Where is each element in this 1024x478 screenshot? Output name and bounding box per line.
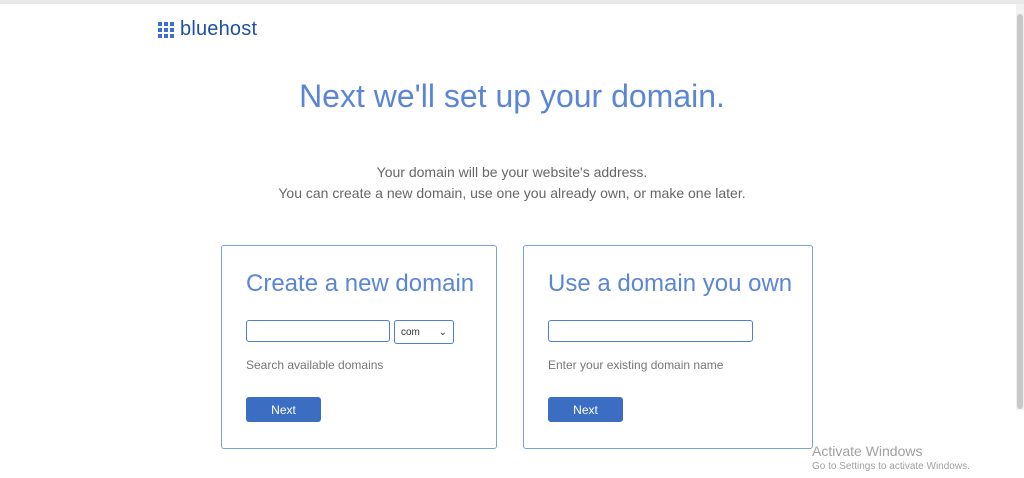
- existing-domain-input[interactable]: [548, 320, 753, 342]
- page-title: Next we'll set up your domain.: [299, 78, 725, 114]
- own-domain-hint: Enter your existing domain name: [548, 358, 724, 372]
- chevron-down-icon: ⌄: [438, 326, 447, 338]
- own-domain-title: Use a domain you own: [548, 270, 793, 297]
- own-domain-card: Use a domain you own Enter your existing…: [523, 245, 813, 449]
- description-line-2: You can create a new domain, use one you…: [278, 185, 746, 201]
- scrollbar-thumb[interactable]: [1017, 14, 1023, 409]
- page-description: Your domain will be your website's addre…: [0, 162, 1024, 204]
- watermark-subtitle: Go to Settings to activate Windows.: [812, 461, 970, 472]
- scrollbar-track[interactable]: [1016, 4, 1024, 410]
- description-line-1: Your domain will be your website's addre…: [376, 164, 648, 180]
- brand-name: bluehost: [180, 18, 258, 40]
- windows-activation-watermark: Activate Windows Go to Settings to activ…: [812, 443, 970, 472]
- new-domain-input[interactable]: [246, 320, 390, 342]
- tld-selected-value: com: [401, 326, 420, 338]
- grid-logo-icon: [158, 21, 174, 38]
- create-domain-title: Create a new domain: [246, 270, 475, 297]
- brand-logo[interactable]: bluehost: [158, 18, 257, 41]
- create-domain-hint: Search available domains: [246, 358, 384, 372]
- own-domain-next-button[interactable]: Next: [548, 397, 623, 422]
- top-border: [0, 0, 1024, 4]
- tld-select[interactable]: com ⌄: [394, 320, 454, 344]
- watermark-title: Activate Windows: [812, 443, 923, 459]
- create-domain-next-button[interactable]: Next: [246, 397, 321, 422]
- create-domain-card: Create a new domain com ⌄ Search availab…: [221, 245, 497, 449]
